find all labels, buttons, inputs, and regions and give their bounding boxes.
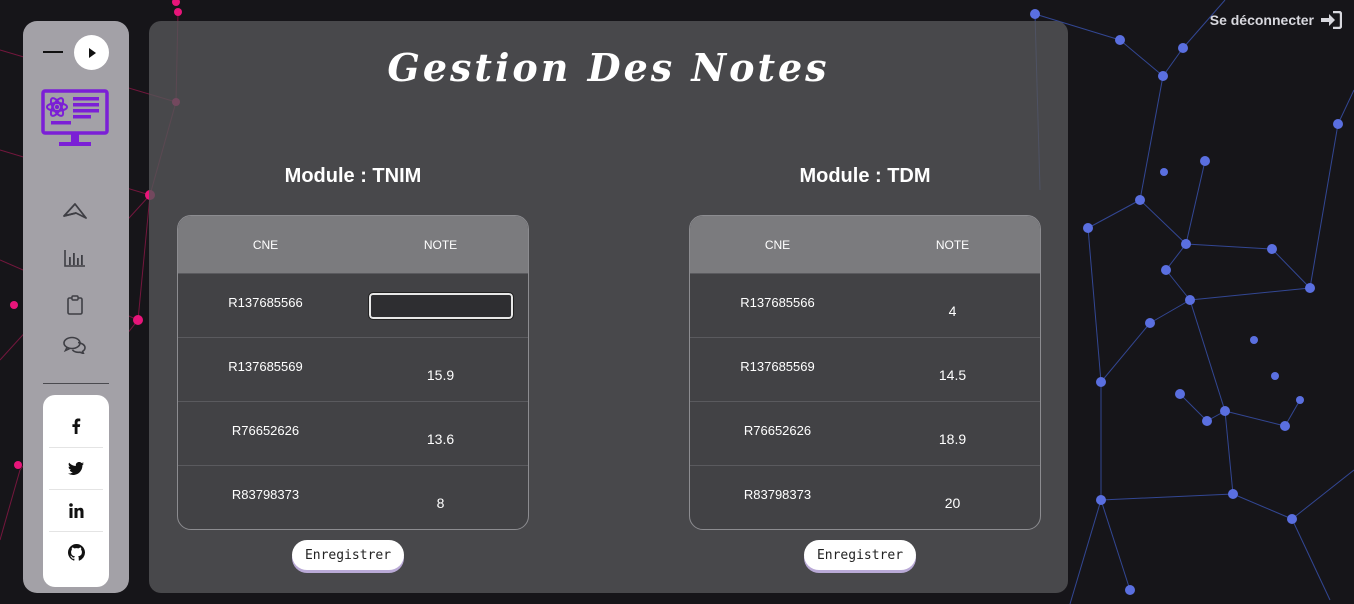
note-cell[interactable]: 14.5 [865, 367, 1040, 383]
facebook-icon [72, 418, 81, 434]
github-link[interactable] [49, 531, 103, 573]
linkedin-link[interactable] [49, 489, 103, 532]
atom-computer-icon [41, 89, 109, 146]
twitter-icon [68, 461, 84, 475]
sidebar [23, 21, 129, 593]
cne-cell: R137685569 [740, 359, 815, 374]
note-input[interactable] [367, 291, 514, 320]
paper-plane-icon [63, 203, 87, 219]
facebook-link[interactable] [49, 405, 103, 448]
clipboard-icon [67, 295, 83, 315]
grades-table-tnim: CNE NOTE R137685566 R137685569 15.9 R766… [177, 215, 529, 530]
module-title-tnim: Module : TNIM [284, 165, 422, 187]
cne-cell: R83798373 [231, 487, 300, 502]
table-row: R76652626 13.6 [178, 401, 528, 465]
logout-label: Se déconnecter [1209, 12, 1314, 28]
note-cell[interactable]: 8 [353, 495, 528, 511]
note-cell[interactable]: 20 [865, 495, 1040, 511]
note-cell [353, 291, 528, 320]
module-title-tdm: Module : TDM [799, 165, 931, 187]
note-cell[interactable]: 15.9 [353, 367, 528, 383]
note-cell[interactable]: 18.9 [865, 431, 1040, 447]
table-row: R83798373 20 [690, 465, 1040, 529]
note-cell[interactable]: 13.6 [353, 431, 528, 447]
sidebar-toggle-button[interactable] [74, 35, 109, 70]
page-title: Gestion Des Notes [387, 45, 830, 90]
table-header: CNE NOTE [178, 216, 528, 273]
cne-cell: R137685566 [740, 295, 815, 310]
social-links [43, 395, 109, 587]
cne-cell: R76652626 [743, 423, 812, 438]
linkedin-icon [68, 502, 83, 518]
comments-icon [63, 336, 86, 354]
table-row: R137685566 [178, 273, 528, 337]
cne-cell: R137685569 [228, 359, 303, 374]
twitter-link[interactable] [49, 447, 103, 490]
main-panel: Gestion Des Notes Module : TNIM CNE NOTE… [149, 21, 1068, 593]
column-header-note: NOTE [423, 237, 458, 252]
sidebar-dash [43, 51, 63, 53]
sidebar-divider [43, 383, 109, 384]
column-header-cne: CNE [764, 237, 791, 252]
save-button-tdm[interactable]: Enregistrer [804, 540, 916, 570]
table-header: CNE NOTE [690, 216, 1040, 273]
table-row: R137685569 15.9 [178, 337, 528, 401]
table-row: R137685569 14.5 [690, 337, 1040, 401]
bar-chart-icon [64, 250, 85, 267]
nav-messages[interactable] [61, 334, 89, 356]
table-row: R76652626 18.9 [690, 401, 1040, 465]
caret-right-icon [88, 47, 96, 58]
sign-out-icon [1321, 11, 1342, 29]
cne-cell: R76652626 [231, 423, 300, 438]
table-row: R83798373 8 [178, 465, 528, 529]
cne-cell: R137685566 [228, 295, 303, 310]
nav-clipboard[interactable] [61, 294, 89, 316]
nav-statistics[interactable] [61, 247, 89, 269]
logout-link[interactable]: Se déconnecter [1210, 11, 1342, 29]
github-icon [67, 543, 85, 561]
save-button-tnim[interactable]: Enregistrer [292, 540, 404, 570]
table-row: R137685566 4 [690, 273, 1040, 337]
app-logo [41, 89, 109, 155]
column-header-cne: CNE [252, 237, 279, 252]
nav-send[interactable] [61, 200, 89, 222]
cne-cell: R83798373 [743, 487, 812, 502]
column-header-note: NOTE [935, 237, 970, 252]
note-cell[interactable]: 4 [865, 303, 1040, 319]
grades-table-tdm: CNE NOTE R137685566 4 R137685569 14.5 R7… [689, 215, 1041, 530]
